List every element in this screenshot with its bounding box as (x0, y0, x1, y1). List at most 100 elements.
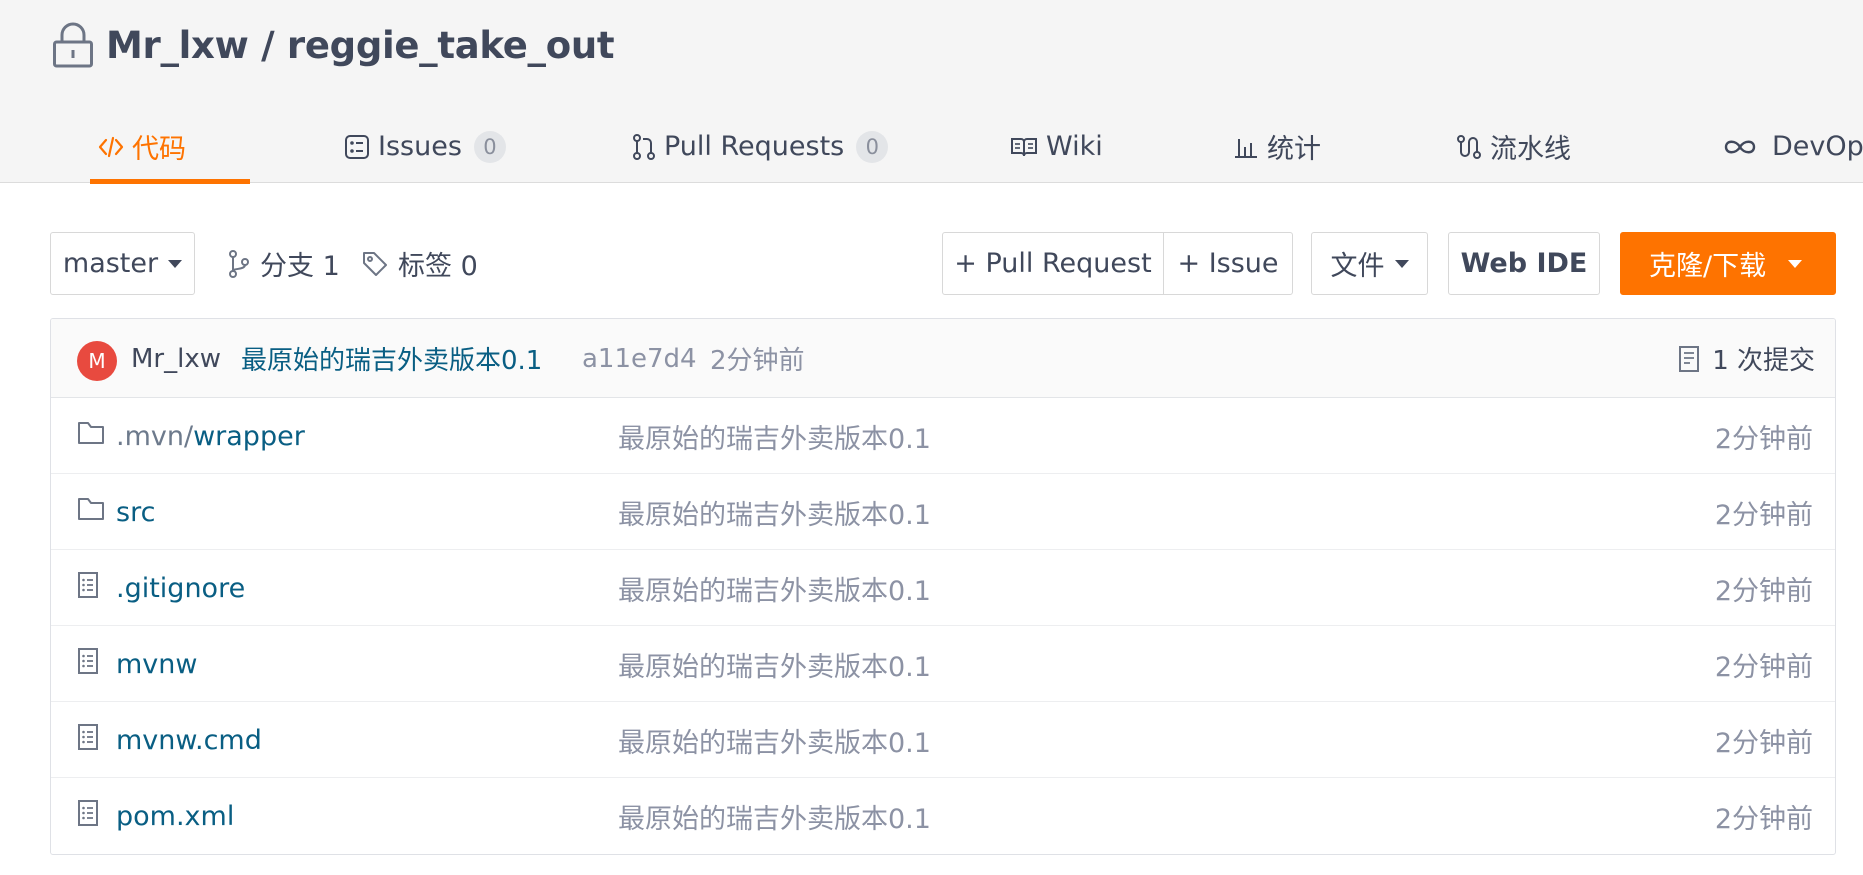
commit-history-icon (1679, 345, 1700, 372)
file-name-link[interactable]: .gitignore (116, 550, 245, 626)
repo-toolbar: master 分支 1 标签 0 + Pull Request + Issue … (0, 232, 1863, 296)
file-commit-time: 2分钟前 (1714, 575, 1813, 607)
commit-author[interactable]: Mr_lxw (131, 319, 221, 398)
new-pull-request-button[interactable]: + Pull Request (942, 232, 1164, 295)
bar-chart-icon (1233, 135, 1259, 159)
file-commit-time: 2分钟前 (1714, 499, 1813, 531)
web-ide-button[interactable]: Web IDE (1448, 232, 1600, 295)
infinity-icon (1722, 137, 1758, 157)
new-issue-label: + Issue (1177, 248, 1279, 279)
lock-icon (53, 22, 93, 68)
file-commit-time: 2分钟前 (1714, 651, 1813, 683)
issues-count-badge: 0 (473, 130, 506, 163)
chevron-down-icon (1788, 259, 1803, 268)
tab-pull-requests[interactable]: Pull Requests 0 (632, 110, 889, 183)
branch-icon (229, 249, 249, 278)
repo-title: Mr_lxw / reggie_take_out (52, 20, 615, 70)
file-commit-message[interactable]: 最原始的瑞吉外卖版本0.1 (618, 626, 931, 702)
pull-requests-count-badge: 0 (856, 130, 889, 163)
file-name-link[interactable]: mvnw (116, 626, 197, 702)
table-row[interactable]: mvnw.cmd 最原始的瑞吉外卖版本0.1 2分钟前 (51, 702, 1835, 778)
file-name[interactable]: wrapper (193, 421, 305, 452)
file-name[interactable]: .gitignore (116, 573, 245, 604)
file-menu-label: 文件 (1330, 251, 1385, 282)
repo-header: Mr_lxw / reggie_take_out 代码 Issues 0 Pul… (0, 0, 1863, 184)
file-commit-message[interactable]: 最原始的瑞吉外卖版本0.1 (618, 550, 931, 626)
folder-icon (78, 498, 104, 520)
repo-tabs: 代码 Issues 0 Pull Requests 0 Wiki 统计 流水线 … (50, 110, 1863, 184)
commit-message[interactable]: 最原始的瑞吉外卖版本0.1 (241, 319, 542, 398)
tab-devops[interactable]: DevOps (1722, 110, 1863, 183)
book-icon (1010, 136, 1038, 158)
file-commit-message[interactable]: 最原始的瑞吉外卖版本0.1 (618, 778, 931, 854)
file-name-link[interactable]: mvnw.cmd (116, 702, 262, 778)
file-commit-time: 2分钟前 (1714, 803, 1813, 835)
file-name[interactable]: mvnw (116, 649, 197, 680)
file-menu-button[interactable]: 文件 (1311, 232, 1428, 295)
pipeline-icon (1456, 134, 1482, 160)
avatar[interactable]: M (77, 341, 117, 381)
tab-devops-label: DevOps (1772, 131, 1863, 162)
file-commit-message[interactable]: 最原始的瑞吉外卖版本0.1 (618, 702, 931, 778)
tags-link[interactable]: 标签 0 (362, 232, 478, 295)
tab-statistics-label: 统计 (1267, 134, 1321, 165)
file-commit-time: 2分钟前 (1714, 727, 1813, 759)
commit-hash[interactable]: a11e7d4 (582, 319, 697, 398)
file-name-link[interactable]: .mvn/wrapper (116, 398, 305, 474)
branch-select[interactable]: master (50, 232, 195, 295)
table-row[interactable]: src 最原始的瑞吉外卖版本0.1 2分钟前 (51, 474, 1835, 550)
file-icon (78, 572, 98, 598)
table-row[interactable]: .mvn/wrapper 最原始的瑞吉外卖版本0.1 2分钟前 (51, 398, 1835, 474)
file-commit-time: 2分钟前 (1714, 423, 1813, 455)
tab-pipeline[interactable]: 流水线 (1456, 110, 1571, 183)
table-row[interactable]: mvnw 最原始的瑞吉外卖版本0.1 2分钟前 (51, 626, 1835, 702)
code-icon (98, 135, 124, 159)
folder-icon (78, 422, 104, 444)
tags-label: 标签 0 (398, 251, 478, 282)
tab-code[interactable]: 代码 (90, 110, 250, 184)
pull-request-icon (632, 133, 656, 160)
tab-issues-label: Issues (378, 131, 462, 162)
commit-count-link[interactable]: 1 次提交 (1678, 319, 1815, 398)
chevron-down-icon (168, 259, 183, 268)
repo-separator: / (248, 23, 287, 67)
repo-name-link[interactable]: reggie_take_out (287, 24, 615, 67)
tag-icon (363, 251, 387, 276)
file-name[interactable]: mvnw.cmd (116, 725, 262, 756)
repo-full-name[interactable]: Mr_lxw / reggie_take_out (106, 23, 615, 67)
tab-statistics[interactable]: 统计 (1233, 110, 1321, 183)
file-name-link[interactable]: pom.xml (116, 778, 234, 854)
web-ide-label: Web IDE (1460, 248, 1588, 279)
latest-commit-bar: M Mr_lxw 最原始的瑞吉外卖版本0.1 a11e7d4 2分钟前 1 次提… (51, 319, 1835, 398)
table-row[interactable]: pom.xml 最原始的瑞吉外卖版本0.1 2分钟前 (51, 778, 1835, 854)
chevron-down-icon (1394, 259, 1409, 268)
branches-label: 分支 1 (260, 251, 340, 282)
new-pull-request-label: + Pull Request (954, 248, 1152, 279)
file-name-link[interactable]: src (116, 474, 155, 550)
tab-code-label: 代码 (132, 134, 186, 165)
tab-issues[interactable]: Issues 0 (344, 110, 506, 183)
file-list: M Mr_lxw 最原始的瑞吉外卖版本0.1 a11e7d4 2分钟前 1 次提… (50, 318, 1836, 855)
tab-pipeline-label: 流水线 (1490, 134, 1571, 165)
clone-download-button[interactable]: 克隆/下载 (1620, 232, 1836, 295)
file-icon (78, 648, 98, 674)
new-issue-button[interactable]: + Issue (1163, 232, 1293, 295)
clone-download-label: 克隆/下载 (1649, 251, 1767, 282)
tab-wiki[interactable]: Wiki (1010, 110, 1103, 183)
file-icon (78, 724, 98, 750)
repo-owner-link[interactable]: Mr_lxw (106, 24, 249, 67)
file-name[interactable]: src (116, 497, 155, 528)
table-row[interactable]: .gitignore 最原始的瑞吉外卖版本0.1 2分钟前 (51, 550, 1835, 626)
commit-time: 2分钟前 (710, 346, 805, 376)
tab-wiki-label: Wiki (1046, 131, 1103, 162)
tab-pull-requests-label: Pull Requests (664, 131, 845, 162)
issues-icon (344, 134, 370, 160)
branch-select-label: master (62, 248, 159, 279)
commit-count-label: 1 次提交 (1712, 346, 1815, 376)
file-name[interactable]: pom.xml (116, 801, 234, 832)
file-name-prefix[interactable]: .mvn/ (116, 421, 193, 452)
file-commit-message[interactable]: 最原始的瑞吉外卖版本0.1 (618, 398, 931, 474)
file-icon (78, 800, 98, 826)
branches-link[interactable]: 分支 1 (228, 232, 340, 295)
file-commit-message[interactable]: 最原始的瑞吉外卖版本0.1 (618, 474, 931, 550)
